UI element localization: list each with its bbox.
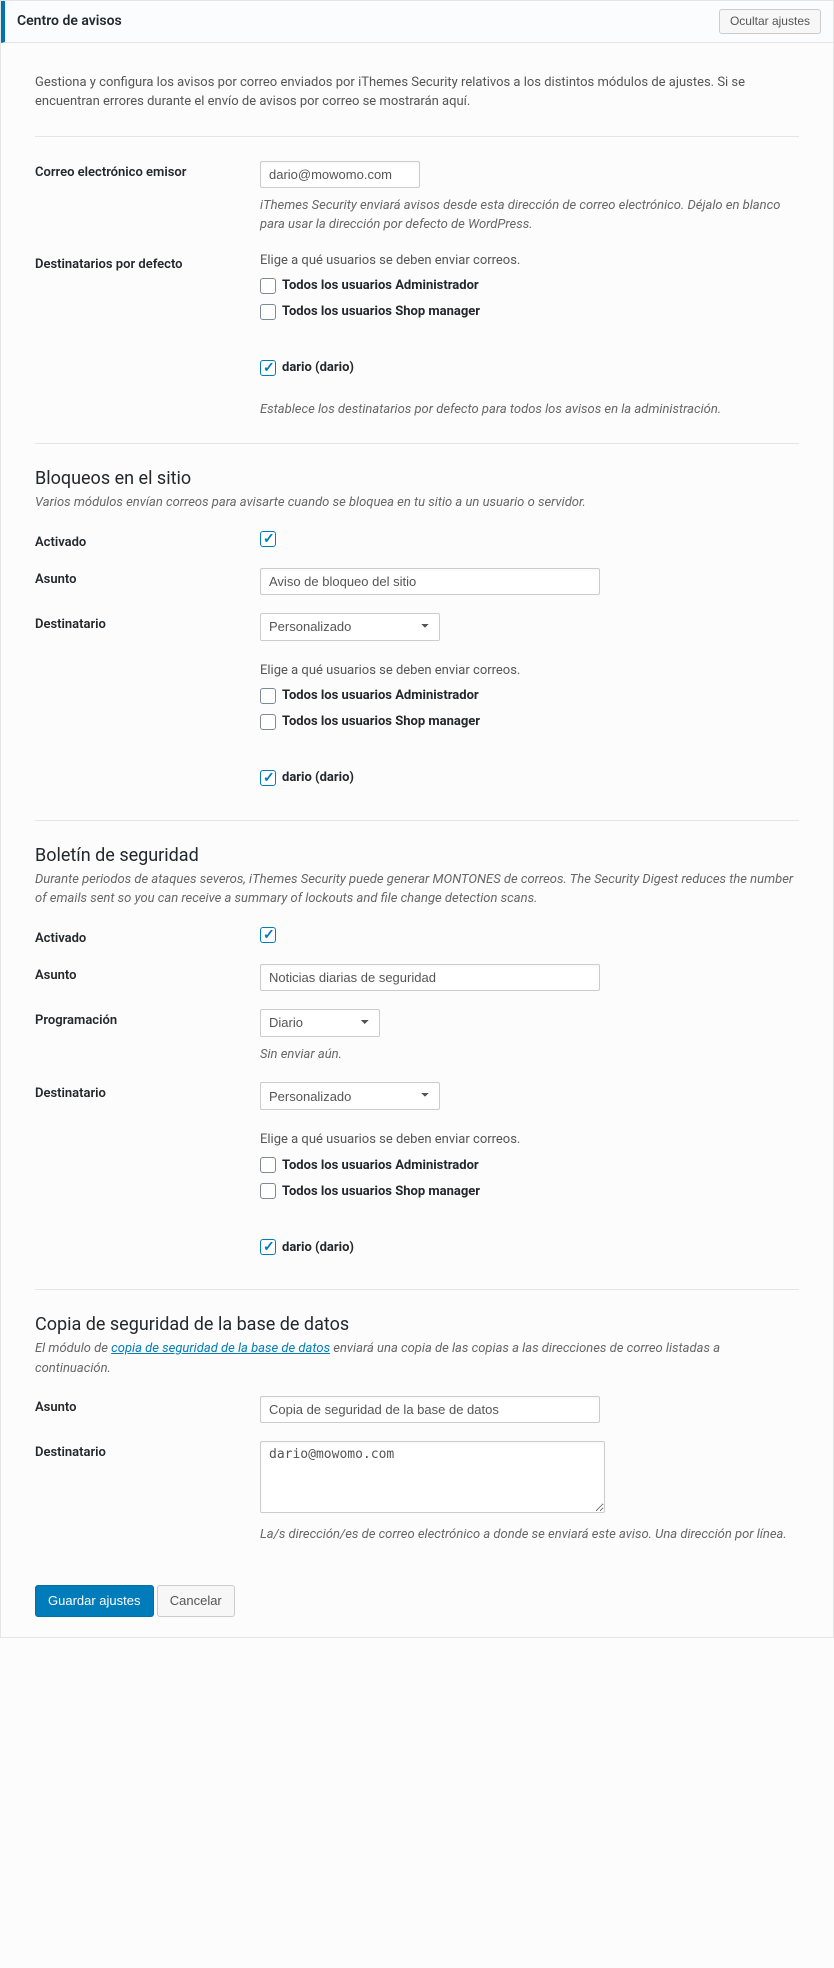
backup-subject-input[interactable] bbox=[260, 1396, 600, 1423]
lockouts-intro: Varios módulos envían correos para avisa… bbox=[35, 493, 799, 513]
from-email-input[interactable] bbox=[260, 161, 420, 188]
lockouts-recipient-hint: Elige a qué usuarios se deben enviar cor… bbox=[260, 663, 799, 678]
divider bbox=[35, 1289, 799, 1290]
digest-checkbox-shop[interactable] bbox=[260, 1183, 276, 1199]
panel-title: Centro de avisos bbox=[17, 13, 122, 29]
backup-recipient-textarea[interactable] bbox=[260, 1441, 605, 1513]
lockouts-subject-label: Asunto bbox=[35, 568, 260, 587]
footer-actions: Guardar ajustes Cancelar bbox=[1, 1585, 833, 1617]
lockouts-checkbox-dario[interactable] bbox=[260, 770, 276, 786]
lockouts-checkbox-shop[interactable] bbox=[260, 714, 276, 730]
backup-module-link[interactable]: copia de seguridad de la base de datos bbox=[111, 1341, 330, 1356]
lockouts-checkbox-admin-label: Todos los usuarios Administrador bbox=[282, 688, 479, 703]
checkbox-shop[interactable] bbox=[260, 304, 276, 320]
lockouts-checkbox-shop-label: Todos los usuarios Shop manager bbox=[282, 714, 480, 729]
lockouts-title: Bloqueos en el sitio bbox=[35, 468, 799, 489]
checkbox-admin[interactable] bbox=[260, 278, 276, 294]
divider bbox=[35, 443, 799, 444]
digest-enabled-label: Activado bbox=[35, 927, 260, 946]
digest-checkbox-dario[interactable] bbox=[260, 1239, 276, 1255]
backup-recipient-label: Destinatario bbox=[35, 1441, 260, 1460]
digest-schedule-label: Programación bbox=[35, 1009, 260, 1028]
digest-intro: Durante periodos de ataques severos, iTh… bbox=[35, 870, 799, 909]
lockouts-checkbox-admin[interactable] bbox=[260, 688, 276, 704]
default-recipients-label: Destinatarios por defecto bbox=[35, 253, 260, 272]
from-email-helper: iThemes Security enviará avisos desde es… bbox=[260, 196, 799, 235]
lockouts-recipient-label: Destinatario bbox=[35, 613, 260, 632]
digest-subject-label: Asunto bbox=[35, 964, 260, 983]
digest-checkbox-dario-label: dario (dario) bbox=[282, 1240, 354, 1255]
digest-schedule-select[interactable]: Diario bbox=[260, 1009, 380, 1037]
backup-recipient-helper: La/s dirección/es de correo electrónico … bbox=[260, 1525, 799, 1545]
checkbox-dario-label: dario (dario) bbox=[282, 360, 354, 375]
digest-recipient-hint: Elige a qué usuarios se deben enviar cor… bbox=[260, 1132, 799, 1147]
backup-intro: El módulo de copia de seguridad de la ba… bbox=[35, 1339, 799, 1378]
default-recipients-helper: Establece los destinatarios por defecto … bbox=[260, 400, 799, 420]
backup-title: Copia de seguridad de la base de datos bbox=[35, 1314, 799, 1335]
divider bbox=[35, 820, 799, 821]
default-recipients-hint: Elige a qué usuarios se deben enviar cor… bbox=[260, 253, 799, 268]
divider bbox=[35, 136, 799, 137]
panel-header: Centro de avisos Ocultar ajustes bbox=[1, 1, 833, 43]
digest-recipient-label: Destinatario bbox=[35, 1082, 260, 1101]
from-email-label: Correo electrónico emisor bbox=[35, 161, 260, 180]
lockouts-checkbox-dario-label: dario (dario) bbox=[282, 770, 354, 785]
digest-checkbox-admin-label: Todos los usuarios Administrador bbox=[282, 1158, 479, 1173]
save-button[interactable]: Guardar ajustes bbox=[35, 1585, 154, 1617]
digest-recipient-select[interactable]: Personalizado bbox=[260, 1082, 440, 1110]
checkbox-shop-label: Todos los usuarios Shop manager bbox=[282, 304, 480, 319]
lockouts-enabled-checkbox[interactable] bbox=[260, 531, 276, 547]
digest-subject-input[interactable] bbox=[260, 964, 600, 991]
intro-text: Gestiona y configura los avisos por corr… bbox=[35, 73, 799, 112]
checkbox-dario[interactable] bbox=[260, 360, 276, 376]
lockouts-enabled-label: Activado bbox=[35, 531, 260, 550]
digest-schedule-status: Sin enviar aún. bbox=[260, 1045, 799, 1065]
hide-settings-button[interactable]: Ocultar ajustes bbox=[719, 9, 821, 34]
lockouts-subject-input[interactable] bbox=[260, 568, 600, 595]
digest-title: Boletín de seguridad bbox=[35, 845, 799, 866]
digest-enabled-checkbox[interactable] bbox=[260, 927, 276, 943]
digest-checkbox-admin[interactable] bbox=[260, 1157, 276, 1173]
checkbox-admin-label: Todos los usuarios Administrador bbox=[282, 278, 479, 293]
notification-center-panel: Centro de avisos Ocultar ajustes Gestion… bbox=[0, 0, 834, 1638]
lockouts-recipient-select[interactable]: Personalizado bbox=[260, 613, 440, 641]
digest-checkbox-shop-label: Todos los usuarios Shop manager bbox=[282, 1184, 480, 1199]
cancel-button[interactable]: Cancelar bbox=[157, 1585, 235, 1617]
backup-subject-label: Asunto bbox=[35, 1396, 260, 1415]
